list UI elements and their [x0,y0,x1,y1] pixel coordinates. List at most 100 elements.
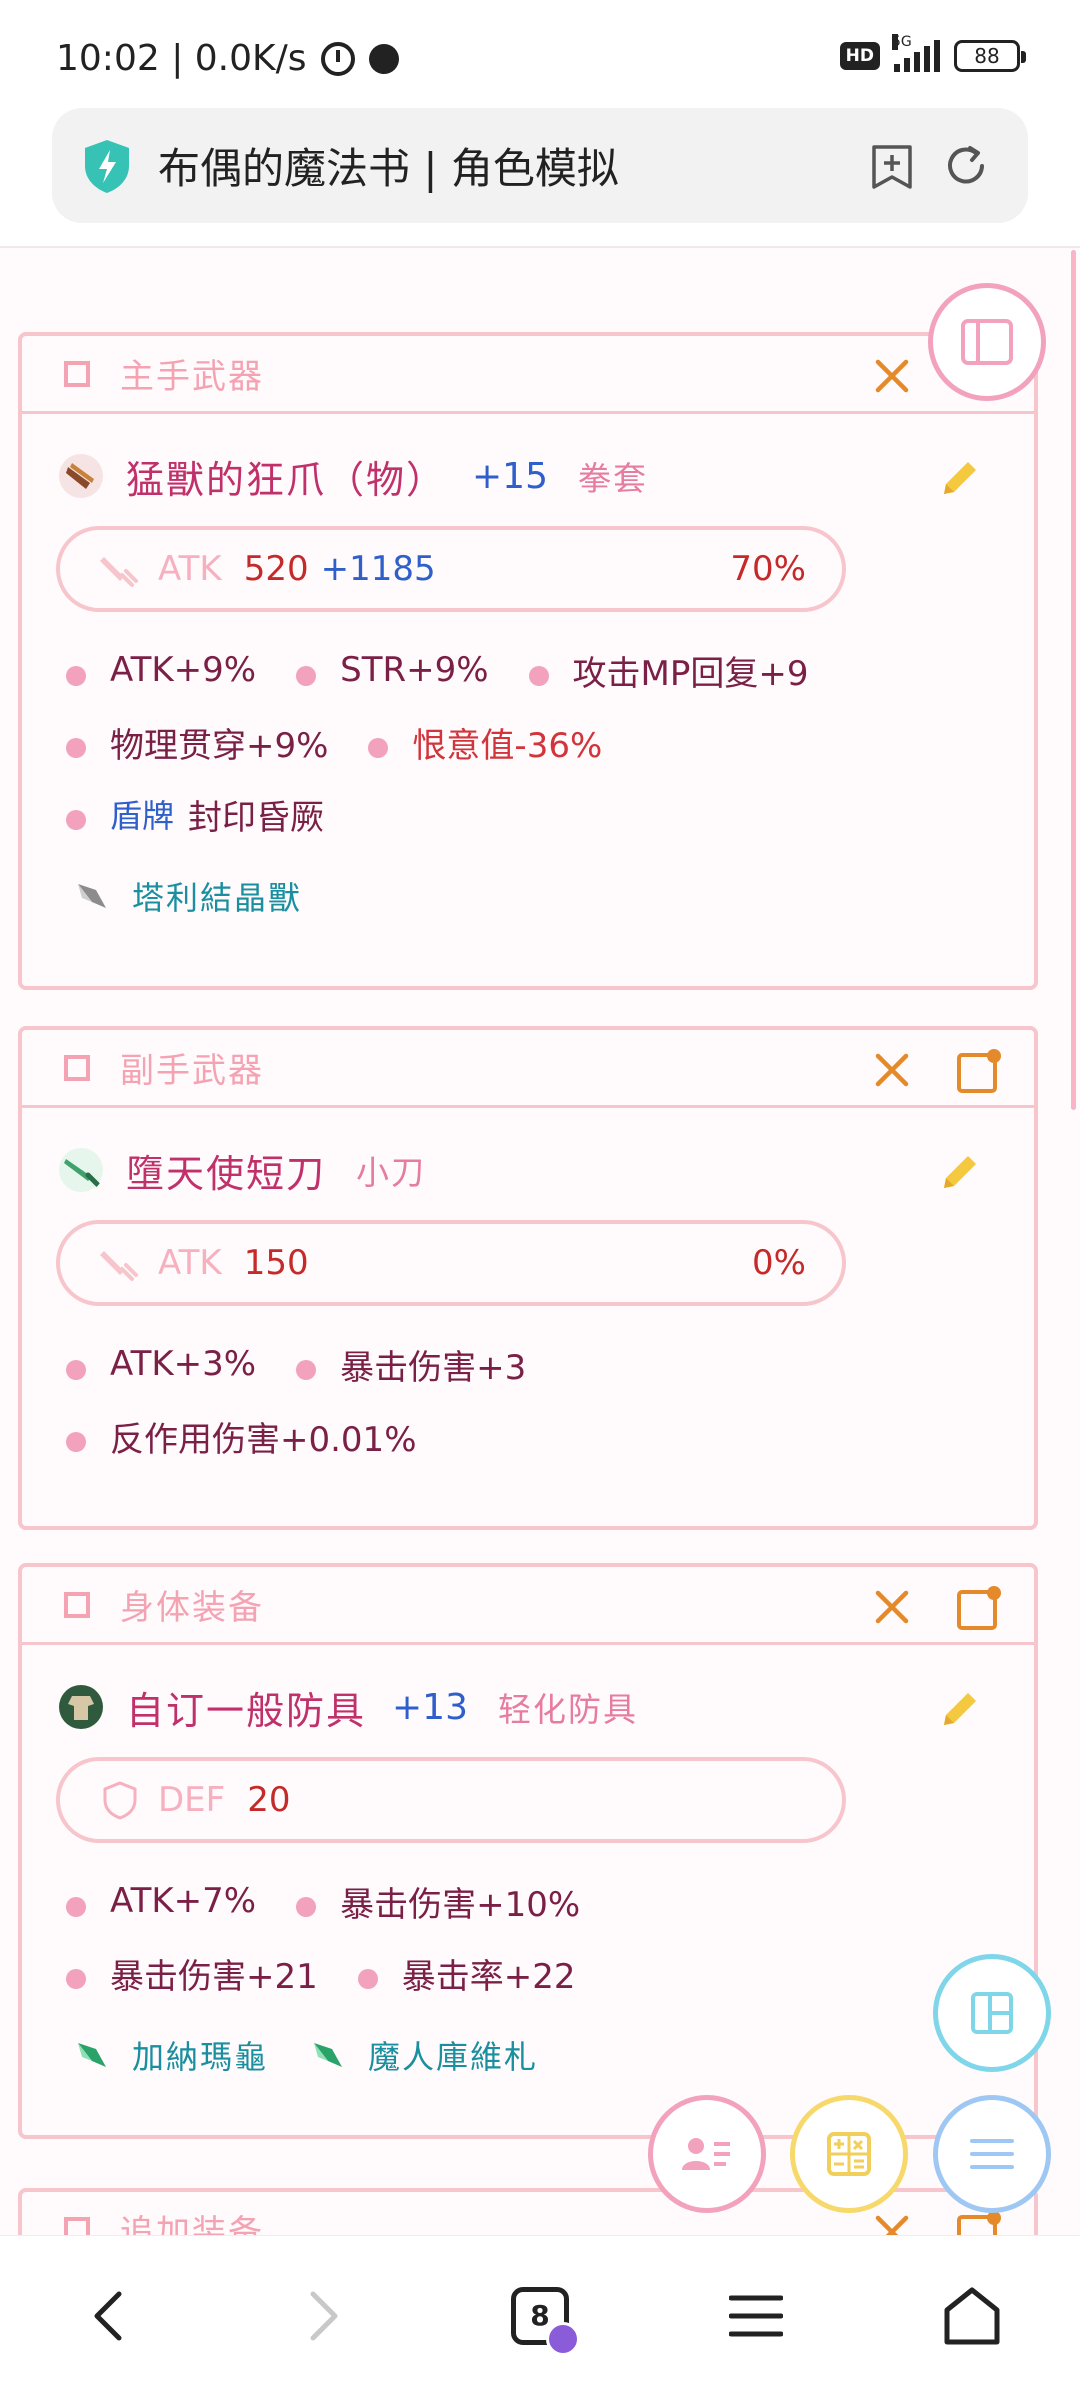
edit-pencil-icon[interactable] [936,454,984,502]
bullet-icon [66,1432,86,1452]
status-right: HD 5G 88 [839,34,1026,72]
calculator-button[interactable] [790,2095,908,2213]
sword-icon [100,557,138,587]
item-type: 小刀 [356,1153,427,1192]
edit-pencil-icon[interactable] [936,1148,984,1196]
stat-base: 520 [243,549,309,589]
sword-icon [100,1251,138,1281]
reload-icon[interactable] [942,142,990,190]
attribute-line: ATK+9% STR+9% 攻击MP回复+9 [66,634,1034,706]
bullet-icon [357,1969,378,1989]
item-row[interactable]: 墮天使短刀 小刀 [22,1120,1034,1220]
attribute: ATK+9% [66,650,256,690]
bullet-icon [66,1360,86,1380]
equipment-content[interactable]: 主手武器 猛獸的狂爪（物） +15 拳套 ATK 520 +1185 70% A… [0,250,1080,2235]
hamburger-icon [970,2139,1014,2169]
status-time: 10:02 | 0.0K/s [56,38,307,79]
stat-label: ATK [158,1243,222,1283]
close-icon[interactable] [872,1587,912,1627]
header-checkbox[interactable] [64,360,90,387]
header-checkbox[interactable] [64,1054,90,1081]
stat-base: 20 [247,1780,291,1820]
back-button[interactable] [68,2276,148,2356]
stat-bonus: +1185 [320,549,436,589]
browser-menu-button[interactable] [716,2276,796,2356]
bullet-icon [66,1897,86,1917]
contact-card-icon [682,2138,730,2170]
close-icon[interactable] [872,356,912,396]
address-bar[interactable]: 布偶的魔法书 | 角色模拟 [52,108,1028,223]
tabs-button[interactable]: 8 [500,2276,580,2356]
browser-bottom-nav: 8 [0,2235,1080,2400]
attribute: 物理贯穿+9% [66,718,328,767]
crystal-item[interactable]: 塔利結晶獸 [74,873,302,919]
layout-grid-icon [971,1992,1013,2034]
copy-icon[interactable] [954,1583,1004,1633]
bullet-icon [66,810,86,830]
crystal-item[interactable]: 魔人庫維札 [310,2032,538,2078]
item-name: 自订一般防具 [126,1688,367,1733]
character-profile-button[interactable] [648,2095,766,2213]
item-refine: +13 [392,1686,468,1728]
card-header-label: 主手武器 [120,357,264,397]
attribute-line: ATK+7% 暴击伤害+10% [66,1865,1034,1937]
attribute: 暴击率+22 [357,1949,576,1998]
crystal-item[interactable]: 加納瑪龜 [74,2032,268,2078]
attribute-line: 物理贯穿+9% 恨意值-36% [66,706,1034,778]
item-name: 猛獸的狂爪（物） [126,457,447,502]
stat-label: DEF [158,1780,226,1820]
item-type: 轻化防具 [498,1690,638,1729]
close-icon[interactable] [872,2212,912,2235]
network-label: 5G [892,34,912,50]
card-header-label: 副手武器 [120,1051,264,1091]
bullet-icon [66,666,86,686]
menu-button[interactable] [933,2095,1051,2213]
attribute-line: 暴击伤害+21 暴击率+22 [66,1937,1034,2009]
copy-icon[interactable] [954,1046,1004,1096]
scrollbar[interactable] [1071,250,1076,1110]
page-title: 布偶的魔法书 | 角色模拟 [158,144,619,193]
attribute-tag: 盾牌 [110,797,175,835]
home-icon [944,2287,1000,2345]
forward-button[interactable] [284,2276,364,2356]
bullet-icon [368,738,389,758]
signal-icon: 5G [892,34,940,72]
attribute-list: ATK+3% 暴击伤害+3 反作用伤害+0.01% [22,1328,1034,1472]
stat-percent: 70% [730,549,806,589]
chevron-right-icon [310,2291,338,2341]
header-checkbox[interactable] [64,1591,90,1618]
attribute: 盾牌 封印昏厥 [66,790,324,839]
add-bookmark-icon[interactable] [870,143,914,191]
home-button[interactable] [932,2276,1012,2356]
attribute-line: ATK+3% 暴击伤害+3 [66,1328,1034,1400]
stat-base: 150 [243,1243,309,1283]
layout-button[interactable] [933,1954,1051,2072]
attribute: 暴击伤害+10% [296,1877,580,1926]
stat-label: ATK [158,549,222,589]
crystal-gray-icon [78,884,106,908]
defense-stat-pill: DEF 20 [56,1757,846,1843]
attribute: 暴击伤害+3 [296,1340,526,1389]
body-armor-card: 身体装备 自订一般防具 +13 轻化防具 DEF 20 ATK+7% 暴击伤害+… [18,1563,1038,2139]
dagger-item-icon [59,1148,103,1192]
attribute-negative: 恨意值-36% [368,718,602,767]
close-icon[interactable] [872,1050,912,1090]
item-row[interactable]: 自订一般防具 +13 轻化防具 [22,1657,1034,1757]
stat-percent: 0% [752,1243,806,1283]
status-left: 10:02 | 0.0K/s [56,38,399,79]
toggle-sidebar-button[interactable] [928,283,1046,401]
item-name: 墮天使短刀 [126,1151,327,1196]
item-row[interactable]: 猛獸的狂爪（物） +15 拳套 [22,426,1034,526]
claw-item-icon [59,454,103,498]
edit-pencil-icon[interactable] [936,1685,984,1733]
calculator-icon [827,2132,871,2176]
alarm-icon [320,41,355,76]
header-checkbox[interactable] [64,2216,90,2235]
card-header: 主手武器 [22,336,1034,414]
attribute: STR+9% [296,650,489,690]
crystal-name: 塔利結晶獸 [132,879,303,917]
crystal-green-icon [314,2043,343,2067]
status-bar: 10:02 | 0.0K/s HD 5G 88 [0,0,1080,100]
shield-outline-icon [103,1781,137,1820]
tab-count: 8 [511,2287,580,2356]
